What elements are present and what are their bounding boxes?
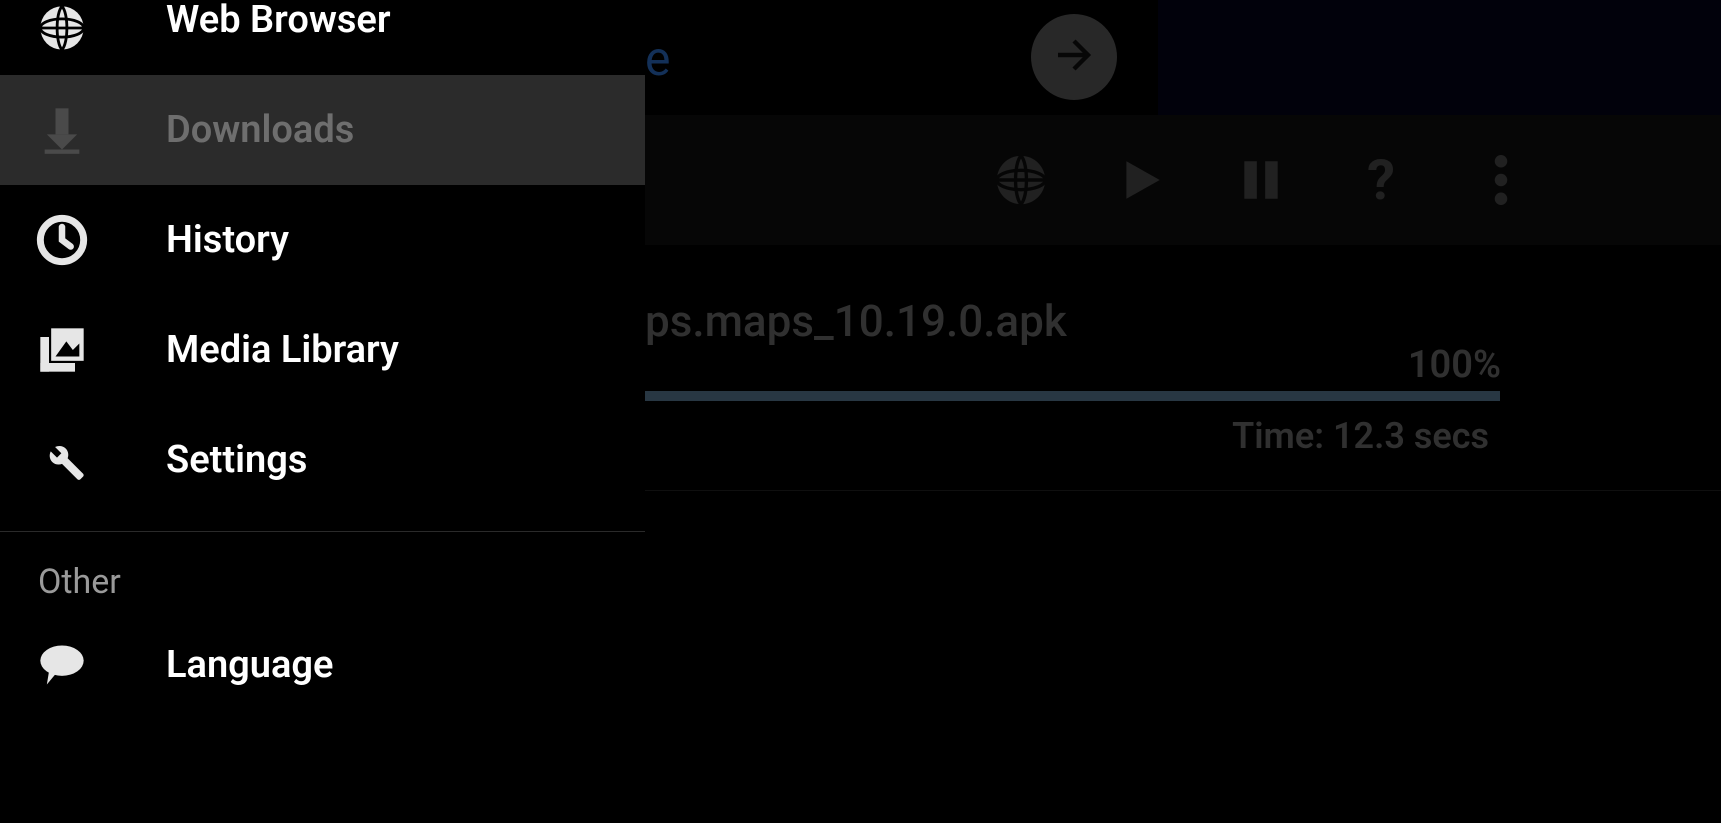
download-percent: 100% bbox=[1408, 343, 1501, 387]
drawer-item-history[interactable]: History bbox=[0, 185, 645, 295]
drawer-item-label: Language bbox=[166, 643, 333, 687]
help-icon[interactable]: ? bbox=[1351, 150, 1411, 210]
pause-icon[interactable] bbox=[1231, 150, 1291, 210]
url-text-fragment: e bbox=[645, 30, 670, 87]
drawer-item-label: Media Library bbox=[166, 328, 399, 372]
drawer-item-label: History bbox=[166, 218, 289, 262]
drawer-item-settings[interactable]: Settings bbox=[0, 405, 645, 515]
drawer-section-other: Other bbox=[0, 532, 645, 610]
top-right-panel bbox=[1158, 0, 1721, 115]
drawer-item-label: Downloads bbox=[166, 108, 354, 152]
chat-icon bbox=[32, 635, 92, 695]
wrench-icon bbox=[32, 430, 92, 490]
navigation-drawer: Web Browser Downloads History bbox=[0, 0, 645, 823]
download-progress-bar bbox=[645, 391, 1500, 401]
drawer-item-web-browser[interactable]: Web Browser bbox=[0, 0, 645, 75]
clock-icon bbox=[32, 210, 92, 270]
download-time: Time: 12.3 secs bbox=[1232, 415, 1489, 457]
drawer-item-label: Web Browser bbox=[166, 0, 391, 42]
globe-icon[interactable] bbox=[991, 150, 1051, 210]
drawer-item-label: Settings bbox=[166, 438, 307, 482]
drawer-item-language[interactable]: Language bbox=[0, 610, 645, 720]
drawer-item-media-library[interactable]: Media Library bbox=[0, 295, 645, 405]
more-vert-icon[interactable] bbox=[1471, 150, 1531, 210]
play-icon[interactable] bbox=[1111, 150, 1171, 210]
download-icon bbox=[32, 100, 92, 160]
photo-library-icon bbox=[32, 320, 92, 380]
download-filename: ps.maps_10.19.0.apk bbox=[645, 295, 1067, 347]
go-button[interactable] bbox=[1031, 14, 1117, 100]
globe-icon bbox=[32, 0, 92, 58]
drawer-item-downloads[interactable]: Downloads bbox=[0, 75, 645, 185]
arrow-right-icon bbox=[1050, 31, 1098, 83]
